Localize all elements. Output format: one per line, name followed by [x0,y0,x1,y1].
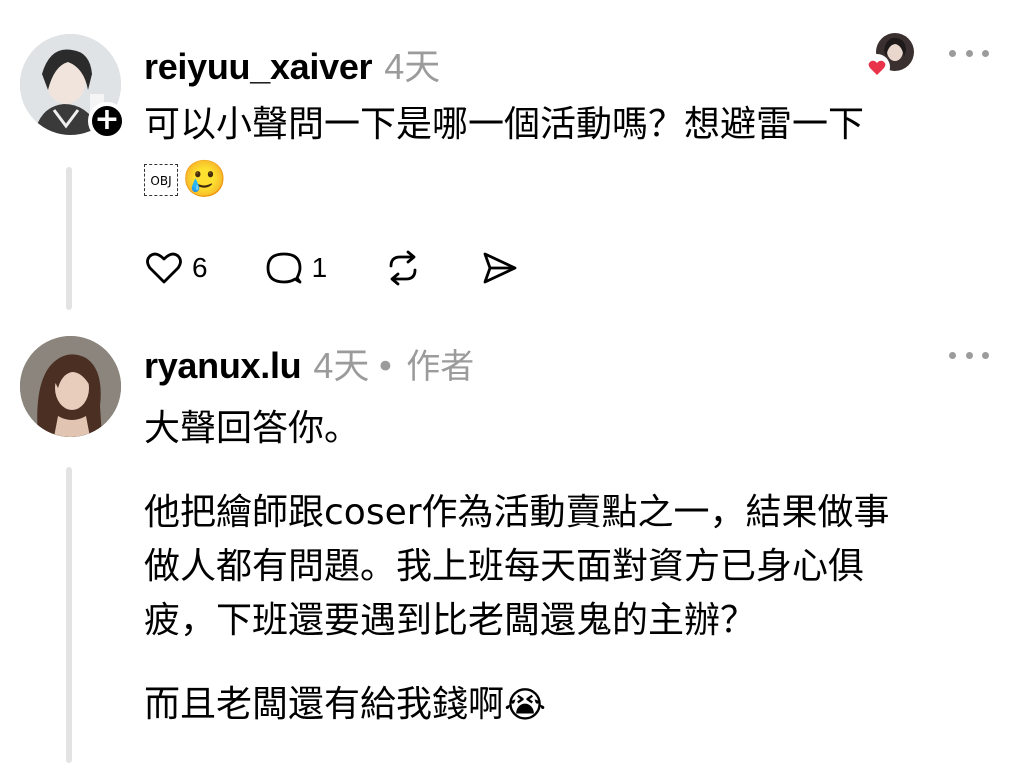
thread-line [66,467,72,763]
thread-line [66,167,72,310]
repost-button[interactable] [383,248,423,288]
paragraph-2-line-1: 他把繪師跟coser作為活動賣點之一，結果做事 [144,492,890,533]
username[interactable]: reiyuu_xaiver [144,46,373,88]
paragraph-2-line-2: 做人都有問題。我上班每天面對資方已身心俱 [144,546,865,587]
share-icon [483,252,517,284]
comment-text-line-2: OBJ 🥲 [144,152,984,207]
comment-reiyuu: + reiyuu_xaiver 4天 可以小聲問一下是哪一個活動嗎？想避雷一下 … [0,0,1024,310]
follow-plus-icon[interactable]: + [88,102,126,140]
author-tag: • 作者 [375,347,475,387]
object-placeholder: OBJ [144,164,178,196]
smiling-tear-emoji: 🥲 [182,159,227,200]
like-count: 6 [192,252,208,283]
comment-header: reiyuu_xaiver 4天 [144,38,440,90]
action-bar: 6 1 [144,242,575,294]
comment-text: 大聲回答你。 他把繪師跟coser作為活動賣點之一，結果做事 做人都有問題。我上… [144,402,984,733]
more-icon[interactable] [949,45,989,61]
share-button[interactable] [479,248,519,288]
timestamp: 4天 [313,345,370,386]
reply-button[interactable]: 1 [264,248,328,288]
avatar[interactable] [20,336,121,437]
paragraph-2-line-3: 疲，下班還要遇到比老闆還鬼的主辦？ [144,600,757,641]
comment-icon [266,252,301,284]
comment-text: 可以小聲問一下是哪一個活動嗎？想避雷一下 OBJ 🥲 [144,98,984,207]
paragraph-2: 他把繪師跟coser作為活動賣點之一，結果做事 做人都有問題。我上班每天面對資方… [144,486,984,648]
comment-ryanux: ryanux.lu 4天 • 作者 大聲回答你。 他把繪師跟coser作為活動賣… [0,310,1024,763]
username[interactable]: ryanux.lu [144,345,302,387]
like-button[interactable]: 6 [144,248,208,288]
repost-icon [389,250,417,286]
heart-badge-icon [864,54,890,80]
paragraph-1: 大聲回答你。 [144,408,361,449]
heart-icon [146,252,182,284]
comment-text-line: 可以小聲問一下是哪一個活動嗎？想避雷一下 [144,104,865,145]
avatar-image [20,336,121,437]
paragraph-3: 而且老闆還有給我錢啊😭 [144,678,984,733]
timestamp: 4天 [384,46,441,87]
comment-header: ryanux.lu 4天 • 作者 [144,337,474,389]
reply-count: 1 [311,252,328,283]
crying-emoji: 😭 [504,685,547,726]
more-icon[interactable] [949,347,989,363]
paragraph-3-text: 而且老闆還有給我錢啊 [144,684,505,725]
